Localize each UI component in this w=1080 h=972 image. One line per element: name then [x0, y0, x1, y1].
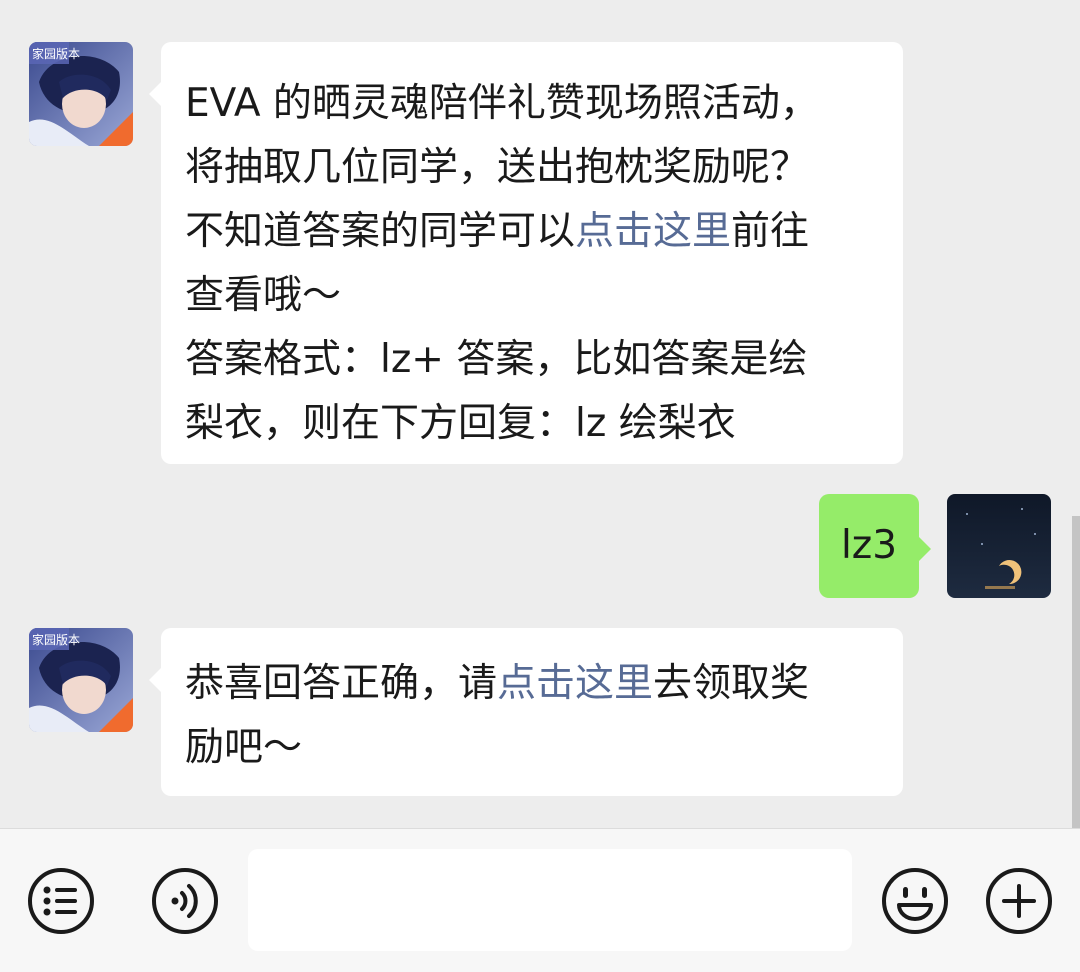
user-avatar[interactable] [947, 494, 1051, 598]
incoming-message-bubble[interactable]: 恭喜回答正确，请点击这里去领取奖 励吧～ [149, 628, 903, 796]
message-text: 励吧～ [185, 725, 303, 770]
more-button[interactable] [985, 867, 1053, 935]
bot-avatar[interactable]: 家园版本 [29, 628, 133, 732]
bot-avatar[interactable]: 家园版本 [29, 42, 133, 146]
message-input[interactable] [248, 849, 852, 951]
game-character-avatar-icon: 家园版本 [29, 628, 133, 732]
bubble-tail [149, 82, 161, 106]
message-line: 查看哦～ [185, 264, 879, 328]
night-moon-avatar-icon [947, 494, 1051, 598]
message-text: 查看哦～ [185, 273, 342, 318]
chat-area[interactable]: 家园版本 EVA 的晒灵魂陪伴礼赞现场照活动， 将抽取几位同学，送出抱枕奖励呢？… [0, 0, 1080, 828]
message-line: 将抽取几位同学，送出抱枕奖励呢？ [185, 136, 879, 200]
click-here-link[interactable]: 点击这里 [497, 661, 653, 706]
message-line: 励吧～ [185, 716, 879, 780]
message-text: 梨衣，则在下方回复：lz 绘梨衣 [185, 401, 736, 446]
emoji-button[interactable] [881, 867, 949, 935]
menu-button[interactable] [27, 867, 95, 935]
message-line: EVA 的晒灵魂陪伴礼赞现场照活动， [185, 72, 879, 136]
menu-icon [28, 868, 94, 934]
message-text: 恭喜回答正确，请 [185, 661, 498, 706]
emoji-icon [882, 868, 948, 934]
message-line: 梨衣，则在下方回复：lz 绘梨衣 [185, 392, 879, 456]
message-text: 将抽取几位同学，送出抱枕奖励呢？ [185, 145, 810, 190]
message-text: 答案格式：lz+ 答案，比如答案是绘 [185, 337, 808, 382]
game-character-avatar-icon: 家园版本 [29, 42, 133, 146]
bubble-tail [149, 668, 161, 692]
plus-icon [986, 868, 1052, 934]
incoming-message-bubble[interactable]: EVA 的晒灵魂陪伴礼赞现场照活动， 将抽取几位同学，送出抱枕奖励呢？ 不知道答… [149, 42, 903, 464]
voice-button[interactable] [151, 867, 219, 935]
outgoing-message-bubble[interactable]: lz3 [819, 494, 931, 598]
message-line: 恭喜回答正确，请点击这里去领取奖 [185, 652, 879, 716]
message-text: 去领取奖 [653, 661, 810, 706]
message-line: 不知道答案的同学可以点击这里前往 [185, 200, 879, 264]
message-text: 前往 [731, 209, 810, 254]
message-line: 答案格式：lz+ 答案，比如答案是绘 [185, 328, 879, 392]
message-text: EVA 的晒灵魂陪伴礼赞现场照活动， [185, 81, 819, 126]
avatar-badge-text: 家园版本 [32, 46, 80, 61]
click-here-link[interactable]: 点击这里 [575, 209, 731, 254]
avatar-badge-text: 家园版本 [32, 632, 80, 647]
message-text: 不知道答案的同学可以 [185, 209, 576, 254]
scrollbar[interactable] [1072, 516, 1080, 828]
chat-input-bar [0, 828, 1080, 972]
message-text: lz3 [840, 523, 898, 568]
voice-icon [152, 868, 218, 934]
bubble-tail [919, 537, 931, 561]
